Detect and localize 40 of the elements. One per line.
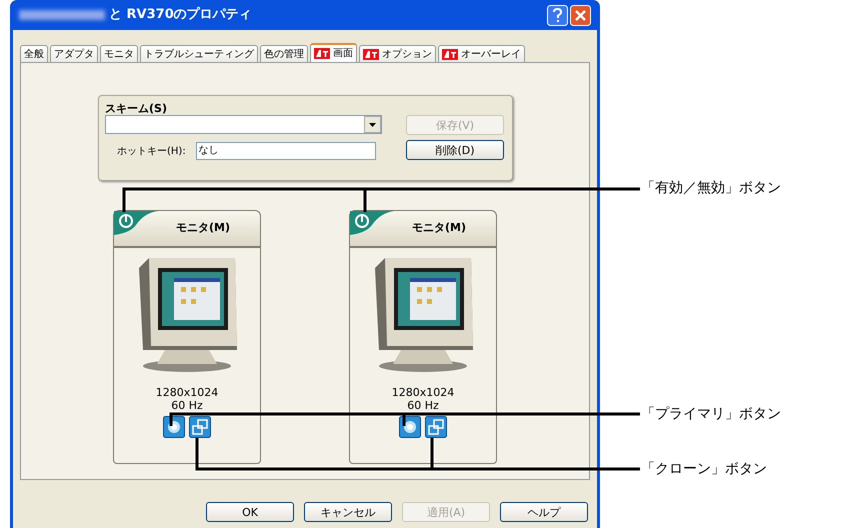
tab[interactable]: オーバーレイ — [438, 45, 525, 62]
dialog-button[interactable]: OK — [206, 502, 294, 522]
monitor-label: モニタ(M) — [176, 220, 230, 236]
tab[interactable]: 全般 — [20, 45, 48, 62]
scheme-dropdown[interactable] — [105, 115, 382, 134]
close-icon[interactable] — [570, 4, 591, 26]
tab[interactable]: アダプタ — [50, 45, 98, 62]
resolution-text: 1280x1024 — [156, 386, 218, 399]
help-icon[interactable] — [547, 4, 568, 26]
hotkey-label: ホットキー(H): — [117, 144, 186, 158]
callout-label: 「有効／無効」ボタン — [641, 179, 781, 197]
primary-icon[interactable] — [163, 416, 185, 438]
tab[interactable]: トラブルシューティング — [140, 45, 258, 62]
tab[interactable]: 画面 — [310, 43, 357, 62]
dialog-button[interactable]: ヘルプ — [500, 502, 588, 522]
scheme-label: スキーム(S) — [105, 102, 168, 115]
logo-icon — [314, 48, 330, 59]
resolution-text: 1280x1024 — [392, 386, 454, 399]
logo-icon — [442, 48, 458, 60]
monitor-header[interactable]: モニタ(M) — [349, 210, 497, 247]
tab[interactable]: オプション — [359, 45, 436, 62]
tab[interactable]: 色の管理 — [260, 45, 308, 62]
dropdown-arrow-icon — [369, 122, 376, 126]
monitor-label: モニタ(M) — [412, 220, 466, 236]
monitor-header[interactable]: モニタ(M) — [113, 210, 261, 247]
power-icon[interactable] — [114, 211, 158, 235]
refresh-rate-text: 60 Hz — [171, 399, 203, 412]
primary-icon[interactable] — [399, 416, 421, 438]
power-icon[interactable] — [350, 211, 394, 235]
hotkey-field[interactable]: なし — [196, 142, 376, 160]
refresh-rate-text: 60 Hz — [407, 399, 439, 412]
dialog-button[interactable]: キャンセル — [304, 502, 392, 522]
callout-label: 「クローン」ボタン — [641, 460, 767, 478]
clone-icon[interactable] — [425, 416, 447, 438]
clone-icon[interactable] — [189, 416, 211, 438]
logo-icon — [363, 48, 379, 60]
window-title: と RV370のプロパティ — [109, 6, 252, 24]
callout-label: 「プライマリ」ボタン — [641, 405, 781, 423]
dialog-button[interactable]: 削除(D) — [406, 140, 504, 160]
tab[interactable]: モニタ — [100, 45, 138, 62]
